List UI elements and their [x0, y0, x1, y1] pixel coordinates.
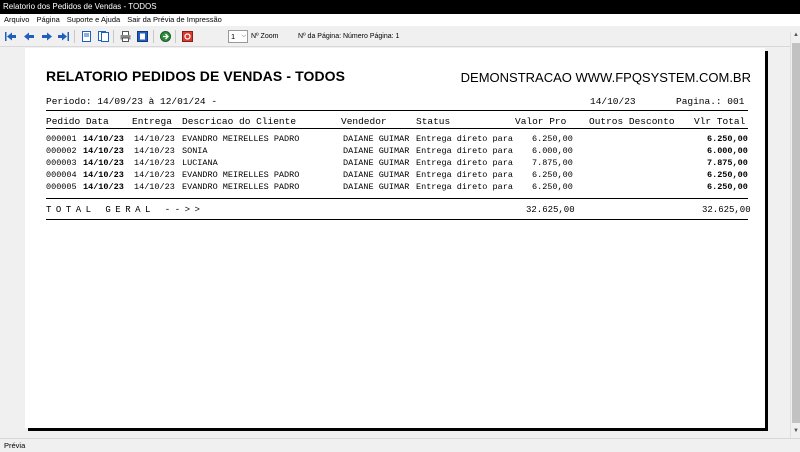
toolbar-separator	[153, 30, 154, 43]
menu-bar: Arquivo Página Suporte e Ajuda Sair da P…	[0, 14, 800, 26]
total-vlr-total: 32.625,00	[702, 205, 751, 215]
toolbar: 1 ⌵ Nº Zoom Nº da Página: Número Página:…	[0, 26, 800, 47]
row-entrega: 14/10/23	[134, 182, 175, 192]
footer-divider	[46, 219, 748, 220]
row-vendedor: DAIANE GUIMAR	[343, 170, 410, 180]
row-total: 7.875,00	[707, 158, 748, 168]
row-vendedor: DAIANE GUIMAR	[343, 146, 410, 156]
column-divider	[46, 128, 748, 129]
company-name: DEMONSTRACAO WWW.FPQSYSTEM.COM.BR	[460, 70, 751, 85]
page-number-label: Nº da Página: Número Página: 1	[298, 33, 400, 40]
row-cliente: EVANDRO MEIRELLES PADRO	[182, 182, 300, 192]
row-total: 6.000,00	[707, 146, 748, 156]
report-page-number: Pagina.: 001	[676, 96, 745, 107]
scroll-up-icon[interactable]: ▲	[791, 32, 800, 42]
menu-sair-previa[interactable]: Sair da Prévia de Impressão	[127, 14, 222, 26]
print-icon[interactable]	[119, 30, 132, 43]
row-pedido: 000001	[46, 134, 77, 144]
next-page-icon[interactable]	[40, 30, 53, 43]
row-data: 14/10/23	[83, 182, 124, 192]
window-title: Relatorio dos Pedidos de Vendas - TODOS	[0, 0, 800, 14]
row-pedido: 000002	[46, 146, 77, 156]
row-vendedor: DAIANE GUIMAR	[343, 182, 410, 192]
total-divider	[46, 198, 748, 199]
row-data: 14/10/23	[83, 170, 124, 180]
row-pedido: 000003	[46, 158, 77, 168]
status-bar: Prévia	[0, 438, 800, 452]
row-cliente: LUCIANA	[182, 158, 218, 168]
single-page-icon[interactable]	[80, 30, 93, 43]
toolbar-separator	[175, 30, 176, 43]
multi-page-icon[interactable]	[97, 30, 110, 43]
menu-pagina[interactable]: Página	[36, 14, 59, 26]
table-row[interactable]: 000005 14/10/23 14/10/23 EVANDRO MEIRELL…	[25, 182, 765, 194]
menu-suporte-ajuda[interactable]: Suporte e Ajuda	[67, 14, 120, 26]
scroll-thumb[interactable]	[792, 43, 800, 423]
export-icon[interactable]	[159, 30, 172, 43]
table-row[interactable]: 000004 14/10/23 14/10/23 EVANDRO MEIRELL…	[25, 170, 765, 182]
zoom-value: 1	[231, 32, 236, 41]
row-vendedor: DAIANE GUIMAR	[343, 158, 410, 168]
row-cliente: EVANDRO MEIRELLES PADRO	[182, 134, 300, 144]
row-entrega: 14/10/23	[134, 158, 175, 168]
zoom-select[interactable]: 1 ⌵	[228, 30, 248, 43]
chevron-down-icon: ⌵	[241, 33, 246, 39]
row-cliente: SONIA	[182, 146, 208, 156]
row-status: Entrega direto para	[416, 182, 513, 192]
col-vlr-total: Vlr Total	[694, 116, 746, 127]
col-cliente: Descricao do Cliente	[182, 116, 297, 127]
row-valor: 6.000,00	[532, 146, 573, 156]
zoom-label: Nº Zoom	[251, 33, 279, 40]
row-pedido: 000004	[46, 170, 77, 180]
row-status: Entrega direto para	[416, 134, 513, 144]
row-valor: 6.250,00	[532, 134, 573, 144]
row-total: 6.250,00	[707, 134, 748, 144]
vertical-scrollbar[interactable]: ▲ ▼	[790, 32, 800, 438]
row-vendedor: DAIANE GUIMAR	[343, 134, 410, 144]
toolbar-separator	[113, 30, 114, 43]
row-pedido: 000005	[46, 182, 77, 192]
row-total: 6.250,00	[707, 182, 748, 192]
menu-arquivo[interactable]: Arquivo	[4, 14, 29, 26]
col-valor: Valor Pro	[515, 116, 567, 127]
row-data: 14/10/23	[83, 134, 124, 144]
stop-icon[interactable]	[181, 30, 194, 43]
header-divider	[46, 110, 748, 111]
col-pedido-data: Pedido Data	[46, 116, 109, 127]
setup-icon[interactable]	[136, 30, 149, 43]
previous-page-icon[interactable]	[22, 30, 35, 43]
row-valor: 6.250,00	[532, 170, 573, 180]
table-row[interactable]: 000003 14/10/23 14/10/23 LUCIANA DAIANE …	[25, 158, 765, 170]
first-page-icon[interactable]	[4, 30, 17, 43]
col-outros-desconto: Outros Desconto	[589, 116, 675, 127]
preview-viewport[interactable]: RELATORIO PEDIDOS DE VENDAS - TODOS DEMO…	[0, 48, 790, 438]
report-date: 14/10/23	[590, 96, 636, 107]
row-entrega: 14/10/23	[134, 146, 175, 156]
row-valor: 7.875,00	[532, 158, 573, 168]
row-status: Entrega direto para	[416, 146, 513, 156]
row-total: 6.250,00	[707, 170, 748, 180]
total-valor: 32.625,00	[526, 205, 575, 215]
row-cliente: EVANDRO MEIRELLES PADRO	[182, 170, 300, 180]
row-valor: 6.250,00	[532, 182, 573, 192]
col-vendedor: Vendedor	[341, 116, 387, 127]
row-status: Entrega direto para	[416, 170, 513, 180]
col-status: Status	[416, 116, 451, 127]
report-period: Periodo: 14/09/23 à 12/01/24 -	[46, 96, 218, 107]
last-page-icon[interactable]	[57, 30, 70, 43]
col-entrega: Entrega	[132, 116, 172, 127]
row-data: 14/10/23	[83, 146, 124, 156]
report-page: RELATORIO PEDIDOS DE VENDAS - TODOS DEMO…	[25, 48, 765, 428]
scroll-down-icon[interactable]: ▼	[791, 428, 800, 438]
row-entrega: 14/10/23	[134, 170, 175, 180]
row-entrega: 14/10/23	[134, 134, 175, 144]
row-status: Entrega direto para	[416, 158, 513, 168]
toolbar-separator	[74, 30, 75, 43]
total-geral-label: TOTAL GERAL -->>	[46, 205, 205, 215]
table-row[interactable]: 000002 14/10/23 14/10/23 SONIA DAIANE GU…	[25, 146, 765, 158]
row-data: 14/10/23	[83, 158, 124, 168]
table-row[interactable]: 000001 14/10/23 14/10/23 EVANDRO MEIRELL…	[25, 134, 765, 146]
report-title: RELATORIO PEDIDOS DE VENDAS - TODOS	[46, 68, 346, 84]
